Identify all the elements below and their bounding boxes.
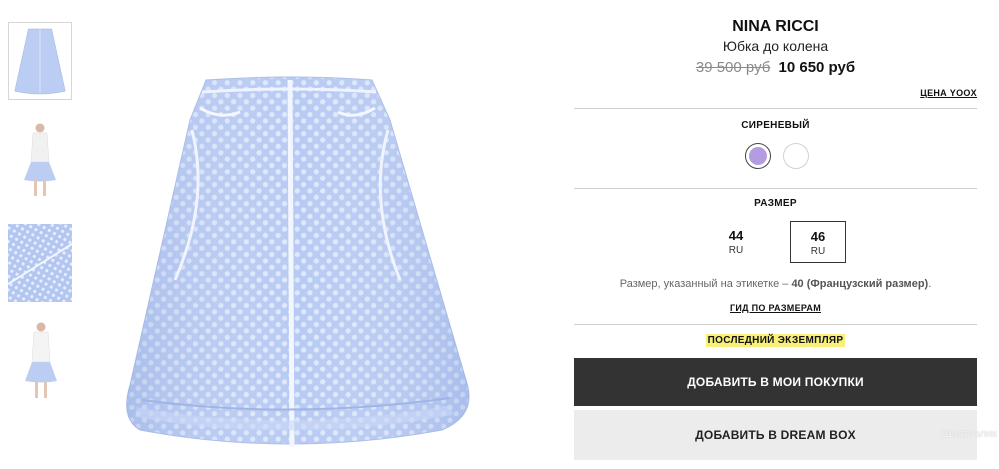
- price-yoox-link[interactable]: ЦЕНА YOOX: [920, 88, 977, 98]
- thumbnail-model-side[interactable]: [8, 318, 72, 404]
- divider: [574, 188, 977, 189]
- availability-label: ПОСЛЕДНИЙ ЭКЗЕМПЛЯР: [705, 334, 846, 347]
- skirt-main-photo-icon: [126, 76, 470, 448]
- thumbnail-gallery: [0, 0, 80, 469]
- sale-price: 10 650 руб: [778, 59, 856, 76]
- thumbnail-model-front[interactable]: [8, 120, 72, 202]
- size-option-46[interactable]: 46 RU: [790, 221, 846, 263]
- size-guide-link[interactable]: ГИД ПО РАЗМЕРАМ: [574, 303, 977, 313]
- size-note: Размер, указанный на этикетке – 40 (Фран…: [574, 278, 977, 290]
- size-label: РАЗМЕР: [754, 198, 797, 209]
- fabric-detail-thumbnail-icon: [8, 224, 72, 302]
- color-swatch-white[interactable]: [783, 143, 809, 169]
- thumbnail-fabric-detail[interactable]: [8, 224, 72, 302]
- size-note-bold: 40 (Французский размер): [791, 278, 929, 290]
- old-price: 39 500 руб: [695, 59, 771, 76]
- color-swatch-lilac[interactable]: [745, 143, 771, 169]
- add-to-cart-button[interactable]: ДОБАВИТЬ В МОИ ПОКУПКИ: [574, 358, 977, 406]
- size-unit: RU: [728, 245, 744, 256]
- brand-name[interactable]: NINA RICCI: [574, 18, 977, 36]
- color-swatch-fill: [749, 147, 767, 165]
- divider: [574, 108, 977, 109]
- model-front-thumbnail-icon: [8, 120, 72, 202]
- size-note-prefix: Размер, указанный на этикетке –: [619, 278, 792, 290]
- product-title: Юбка до колена: [722, 38, 829, 54]
- add-to-dream-box-button[interactable]: ДОБАВИТЬ В DREAM BOX: [574, 410, 977, 460]
- price-block: 39 500 руб 10 650 руб: [574, 59, 977, 76]
- color-label: СИРЕНЕВЫЙ: [741, 120, 810, 131]
- size-value: 46: [810, 229, 826, 244]
- size-unit: RU: [810, 246, 826, 257]
- size-option-44[interactable]: 44 RU: [708, 221, 764, 263]
- model-side-thumbnail-icon: [8, 318, 72, 404]
- thumbnail-skirt-front[interactable]: [8, 22, 72, 100]
- skirt-front-thumbnail-icon: [9, 23, 71, 99]
- size-value: 44: [728, 228, 744, 243]
- divider: [574, 324, 977, 325]
- watermark: Шопоголик: [941, 428, 997, 440]
- size-note-suffix: .: [928, 278, 932, 290]
- main-product-image[interactable]: [100, 0, 530, 469]
- availability-notice: ПОСЛЕДНИЙ ЭКЗЕМПЛЯР: [574, 334, 977, 347]
